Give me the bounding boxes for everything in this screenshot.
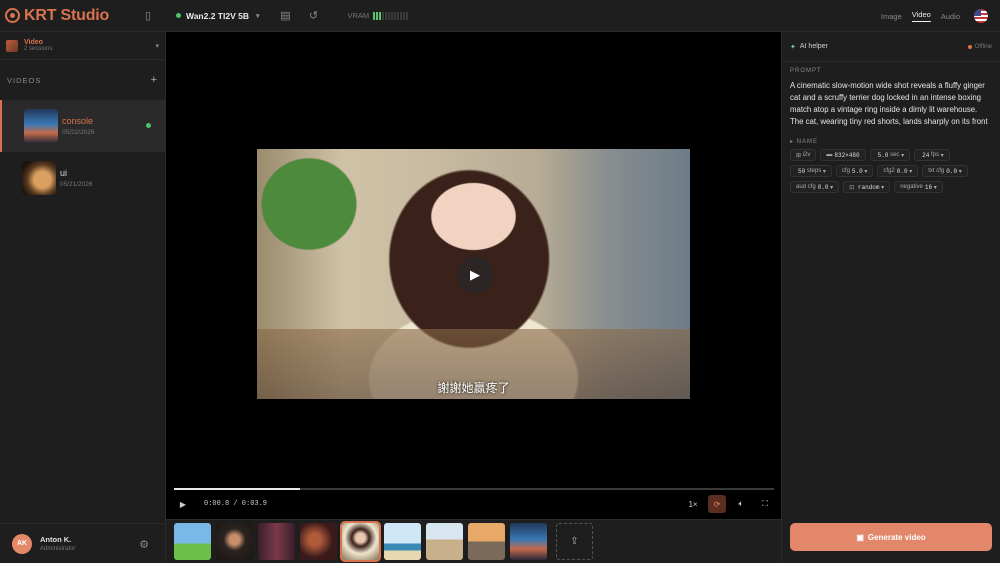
duration-chip[interactable]: 5.0 sec ▾ [869,149,911,161]
clip-thumbnail[interactable] [384,523,421,560]
dice-icon: ⊡ [849,184,856,191]
chevron-down-icon: ▾ [155,42,159,50]
generate-video-button[interactable]: ▣ Generate video [790,523,992,551]
play-icon[interactable]: ▶ [174,495,192,513]
params-chips: ⊞ i2v ▬ 832×480 5.0 sec ▾ 24 fps ▾ 50 ste… [790,149,992,193]
vram-label: VRAM [347,11,370,20]
project-subtitle: 2 sessions [24,46,53,52]
video-date: 05/21/2026 [60,181,93,188]
mode-tabs: Image Video Audio [881,0,960,32]
time-readout: 0:00.8 / 0:03.9 [204,500,268,508]
app-root: KRT Studio ▯ Wan2.2 TI2V 5B ▾ ▤ ↺ VRAM I… [0,0,1000,563]
brand: KRT Studio [5,7,140,25]
mute-icon[interactable]: 🔈︎ [732,495,750,513]
video-title: console [62,116,94,126]
video-thumbnail [22,161,56,195]
resolution-chip[interactable]: ▬ 832×480 [820,149,866,161]
vram-bars [373,11,409,20]
ai-status-text: Offline [974,43,992,50]
tab-video[interactable]: Video [911,10,931,22]
mode-chip[interactable]: ⊞ i2v [790,149,817,161]
upload-icon[interactable]: ⇪ [556,523,593,560]
settings-panel: ✦ AI helper Offline PROMPT A cinematic s… [781,32,1000,563]
offline-dot [967,44,972,49]
clip-thumbnail[interactable] [300,523,337,560]
add-video-button[interactable]: + [151,74,158,86]
sidebar-toggle-icon[interactable]: ▯ [140,8,156,24]
user-profile: AK Anton K. Administrator ⚙ [0,523,166,563]
sparkle-icon: ✦ [790,43,796,51]
video-subtitle: 謝謝她贏疼了 [437,381,510,395]
app-title: KRT Studio [24,6,110,24]
ai-helper-header: ✦ AI helper Offline [782,32,1000,62]
seed-chip[interactable]: ⊡ random ▾ [843,181,891,193]
project-thumbnail [6,39,18,52]
clip-thumbnail[interactable] [426,523,463,560]
ai-status: Offline [967,43,992,50]
clapper-icon[interactable]: ▤ [278,8,294,24]
status-dot [146,123,151,128]
filmstrip: ⇪ [166,519,781,563]
clip-thumbnail[interactable] [510,523,547,560]
clip-thumbnail-active[interactable] [340,521,381,562]
speed-button[interactable]: 1× [684,495,702,513]
ai-helper-title: AI helper [799,43,828,50]
name-label: ▸ NAME [790,139,819,145]
sidebar: Video 2 sessions ▾ VIDEOS + console 05/2… [0,32,166,563]
vram-meter: VRAM [348,11,409,20]
videos-section-title: VIDEOS [7,75,42,85]
top-bar: KRT Studio ▯ Wan2.2 TI2V 5B ▾ ▤ ↺ VRAM I… [0,0,1000,32]
mode-icon: ⊞ [796,152,803,159]
fps-chip[interactable]: 24 fps ▾ [914,149,950,161]
tab-image[interactable]: Image [881,12,902,21]
prompt-textarea[interactable]: A cinematic slow-motion wide shot reveal… [790,80,992,128]
progress-bar[interactable] [174,488,774,490]
video-player: ▶ 謝謝她贏疼了 ▶ 0:00.8 / 0:03.9 1× ⟳ 🔈︎ ⛶ [166,32,781,519]
clip-thumbnail[interactable] [468,523,505,560]
avatar[interactable]: AK [12,533,32,554]
loop-icon[interactable]: ⟳ [708,495,726,513]
video-thumbnail [24,109,58,143]
txt-cfg-chip[interactable]: txt cfg 0.0 ▾ [922,165,968,177]
model-status-dot [176,13,181,18]
language-flag-icon[interactable] [974,9,988,23]
fullscreen-icon[interactable]: ⛶ [756,495,774,513]
video-item-ui[interactable]: ui 05/21/2026 [0,152,165,204]
play-overlay-button[interactable]: ▶ [457,257,493,293]
film-icon: ▣ [856,532,864,542]
negative-chip[interactable]: negative 16 ▾ [894,181,943,193]
video-date: 05/22/2026 [62,129,95,136]
controls-right: 1× ⟳ 🔈︎ ⛶ [684,495,774,513]
logo-icon [5,8,20,23]
video-title: ui [60,168,68,178]
model-name: Wan2.2 TI2V 5B [186,10,249,21]
settings-gear-icon[interactable]: ⚙ [136,536,152,552]
progress-fill [174,488,300,490]
user-name: Anton K. [40,535,72,544]
steps-chip[interactable]: 50 steps ▾ [790,165,832,177]
chevron-down-icon: ▾ [255,12,260,20]
video-item-console[interactable]: console 05/22/2026 [0,100,165,152]
project-name: Video [24,39,43,46]
model-selector[interactable]: Wan2.2 TI2V 5B ▾ [176,11,260,21]
prompt-label: PROMPT [790,68,822,74]
clip-thumbnail[interactable] [216,523,253,560]
cfg-chip[interactable]: cfg 5.0 ▾ [835,165,874,177]
player-controls: ▶ 0:00.8 / 0:03.9 1× ⟳ 🔈︎ ⛶ [174,495,774,513]
history-icon[interactable]: ↺ [306,8,322,24]
cfg2-chip[interactable]: cfg2 0.0 ▾ [877,165,919,177]
generate-label: Generate video [867,532,926,542]
tab-audio[interactable]: Audio [941,12,960,21]
project-selector[interactable]: Video 2 sessions ▾ [0,32,165,60]
clip-thumbnail[interactable] [258,523,295,560]
user-role: Administrator [40,546,76,552]
aud-cfg-chip[interactable]: aud cfg 0.0 ▾ [790,181,840,193]
videos-section-header: VIDEOS + [0,60,165,100]
clip-thumbnail[interactable] [174,523,211,560]
